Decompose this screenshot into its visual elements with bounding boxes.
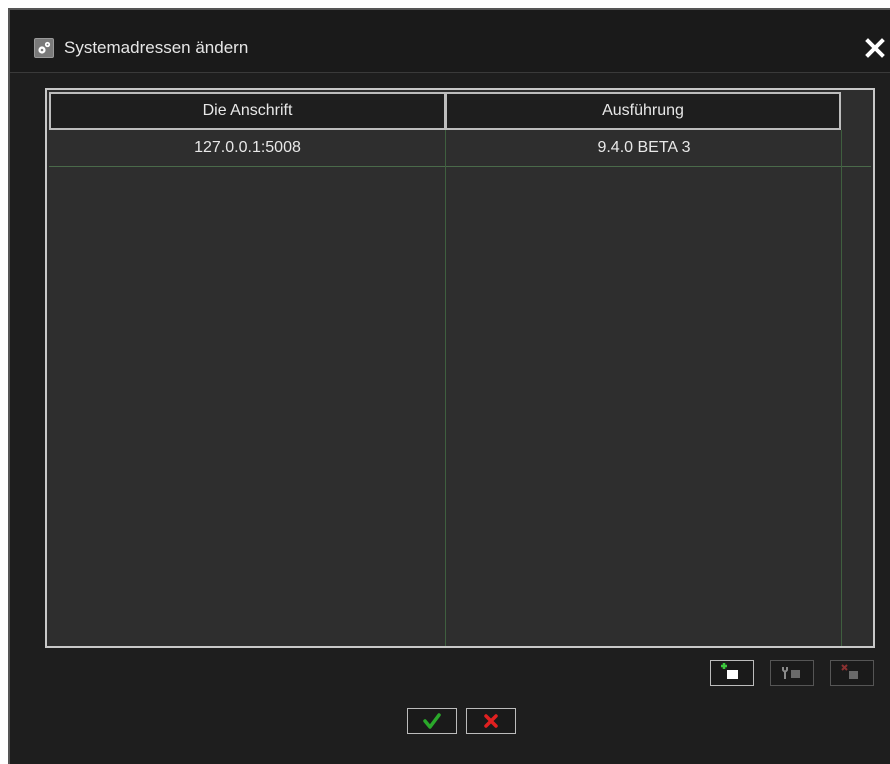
cell-address: 127.0.0.1:5008 xyxy=(194,139,301,156)
edit-system-addresses-dialog: Systemadressen ändern Die Anschrift Ausf… xyxy=(8,8,890,764)
table-header: Die Anschrift Ausführung xyxy=(49,92,841,130)
close-button[interactable] xyxy=(864,37,886,59)
column-header-address[interactable]: Die Anschrift xyxy=(49,92,446,130)
column-divider xyxy=(841,130,842,646)
addresses-table: Die Anschrift Ausführung 127.0.0.1:5008 … xyxy=(45,88,875,648)
dialog-title: Systemadressen ändern xyxy=(64,38,249,57)
ok-button[interactable] xyxy=(407,708,457,734)
table-row[interactable]: 127.0.0.1:5008 9.4.0 BETA 3 xyxy=(49,131,871,167)
dialog-titlebar: Systemadressen ändern xyxy=(10,10,890,73)
column-header-version[interactable]: Ausführung xyxy=(445,92,841,130)
cancel-button[interactable] xyxy=(466,708,516,734)
add-server-icon xyxy=(721,663,738,679)
cell-version: 9.4.0 BETA 3 xyxy=(597,139,691,156)
cross-icon xyxy=(484,714,498,728)
edit-server-icon xyxy=(782,667,800,679)
column-divider xyxy=(445,130,446,646)
close-icon xyxy=(865,38,885,58)
checkmark-icon xyxy=(423,713,441,729)
add-server-button[interactable] xyxy=(710,660,754,686)
delete-server-icon xyxy=(841,664,858,679)
delete-server-button[interactable] xyxy=(830,660,874,686)
edit-server-button[interactable] xyxy=(770,660,814,686)
gears-icon xyxy=(34,38,54,58)
